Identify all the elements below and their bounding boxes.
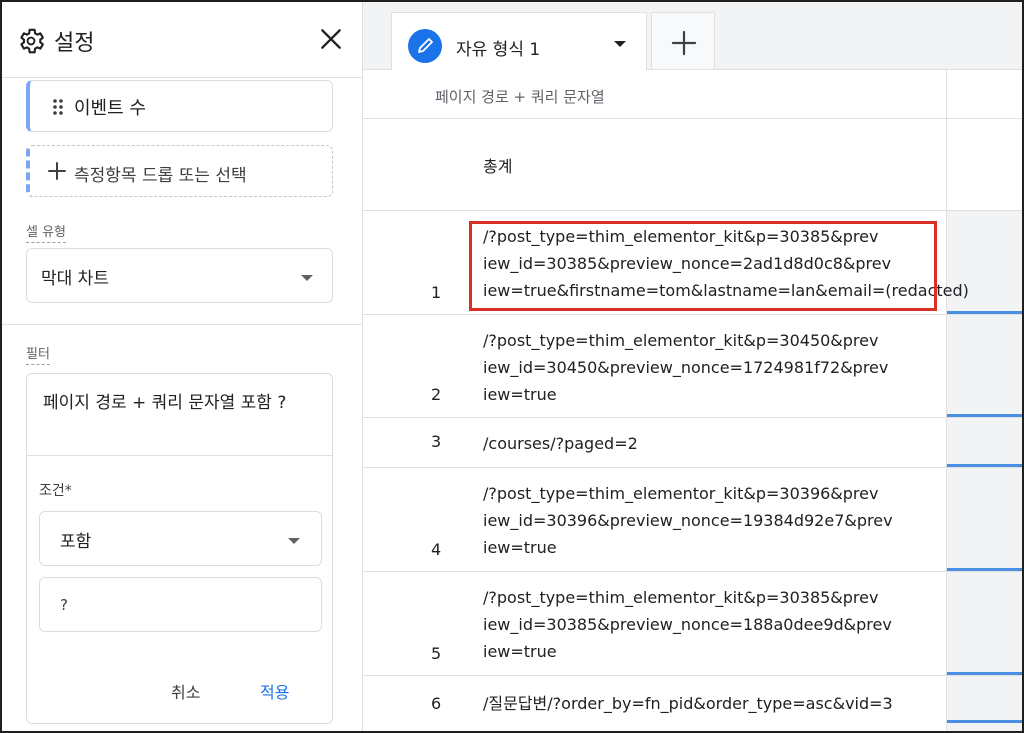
row-number: 3	[431, 432, 442, 451]
metric-chip-event-count[interactable]: 이벤트 수	[26, 80, 333, 132]
drag-handle-icon[interactable]	[52, 98, 64, 116]
settings-header: 설정	[2, 2, 363, 78]
settings-title: 설정	[54, 31, 95, 56]
row-number: 5	[431, 644, 442, 663]
chevron-down-icon	[288, 538, 300, 544]
row-page-path: /?post_type=thim_elementor_kit&p=30385&p…	[483, 588, 892, 661]
add-metric-label: 측정항목 드롭 또는 선택	[74, 166, 247, 186]
condition-input-value: ?	[60, 596, 68, 614]
condition-input[interactable]: ?	[39, 577, 322, 632]
bar-mark	[947, 311, 1022, 314]
pencil-icon	[408, 29, 442, 63]
filter-heading: 필터	[26, 343, 50, 365]
row-number: 1	[431, 283, 442, 302]
cell-type-select[interactable]: 막대 차트	[26, 248, 333, 303]
table-row[interactable]: 3 /courses/?paged=2	[363, 417, 1022, 467]
table-row[interactable]: /?post_type=thim_elementor_kit&p=30385&p…	[363, 571, 1022, 675]
condition-label: 조건*	[39, 483, 72, 499]
table-row[interactable]: /?post_type=thim_elementor_kit&p=30450&p…	[363, 314, 1022, 417]
metric-label: 이벤트 수	[74, 98, 146, 119]
plus-icon	[48, 162, 66, 180]
apply-button[interactable]: 적용	[260, 679, 289, 703]
column-header-page-path[interactable]: 페이지 경로 + 쿼리 문자열	[435, 86, 605, 107]
row-page-path: /질문답변/?order_by=fn_pid&order_type=asc&vi…	[483, 694, 893, 713]
bar-mark	[947, 568, 1022, 571]
tab-label: 자유 형식 1	[456, 40, 541, 60]
cell-type-value: 막대 차트	[41, 269, 109, 289]
row-number: 6	[431, 694, 442, 713]
bar-mark	[947, 464, 1022, 467]
report-panel: 자유 형식 1 페이지 경로 + 쿼리 문자열 총계 /?post_type=t…	[363, 2, 1022, 731]
row-number: 4	[431, 540, 442, 559]
filter-card: 페이지 경로 + 쿼리 문자열 포함 ? 조건* 포함 ? 취소 적용	[26, 373, 333, 724]
settings-panel: 설정 이벤트 수 측정항목 드롭 또는 선택 셀 유형 막대 차트 필터 페이지…	[2, 2, 363, 731]
tab-freeform-1[interactable]: 자유 형식 1	[391, 12, 647, 70]
add-metric-dropzone[interactable]: 측정항목 드롭 또는 선택	[26, 145, 333, 197]
gear-icon	[20, 28, 44, 54]
filter-title[interactable]: 페이지 경로 + 쿼리 문자열 포함 ?	[43, 388, 303, 418]
row-page-path: /?post_type=thim_elementor_kit&p=30385&p…	[483, 227, 969, 300]
close-icon[interactable]	[318, 26, 344, 52]
condition-value: 포함	[60, 532, 92, 552]
total-row: 총계	[363, 118, 1022, 210]
bar-mark	[947, 414, 1022, 417]
row-page-path: /?post_type=thim_elementor_kit&p=30450&p…	[483, 331, 889, 404]
app-frame: 설정 이벤트 수 측정항목 드롭 또는 선택 셀 유형 막대 차트 필터 페이지…	[0, 0, 1024, 733]
table-row[interactable]: /?post_type=thim_elementor_kit&p=30385&p…	[363, 210, 1022, 314]
divider	[2, 324, 363, 325]
table-row[interactable]: /?post_type=thim_elementor_kit&p=30396&p…	[363, 467, 1022, 571]
condition-select[interactable]: 포함	[39, 511, 322, 566]
cell-type-heading: 셀 유형	[26, 221, 67, 243]
add-tab-button[interactable]	[651, 12, 715, 70]
tab-bar: 자유 형식 1	[363, 2, 1022, 70]
divider	[27, 455, 332, 456]
bar-mark	[947, 672, 1022, 675]
row-page-path: /courses/?paged=2	[483, 434, 638, 453]
row-page-path: /?post_type=thim_elementor_kit&p=30396&p…	[483, 484, 893, 557]
table-row[interactable]: 6 /질문답변/?order_by=fn_pid&order_type=asc&…	[363, 675, 1022, 731]
total-label: 총계	[483, 157, 513, 176]
bar-mark	[947, 720, 1022, 723]
chevron-down-icon	[301, 275, 313, 281]
row-number: 2	[431, 385, 442, 404]
chevron-down-icon[interactable]	[614, 41, 626, 47]
cancel-button[interactable]: 취소	[171, 679, 200, 703]
plus-icon	[671, 30, 697, 56]
